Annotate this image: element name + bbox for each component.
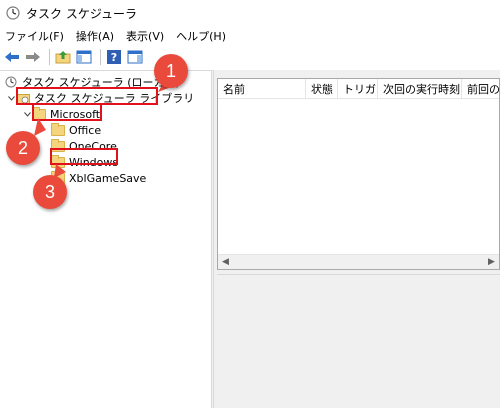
console-tree-icon (76, 50, 92, 64)
toolbar-separator (49, 49, 50, 65)
folder-icon (51, 123, 65, 136)
column-header-status[interactable]: 状態 (306, 79, 338, 99)
callout-badge-1: 1 (154, 54, 188, 88)
callout-badge-2: 2 (6, 131, 40, 165)
up-one-level-button[interactable] (54, 48, 72, 66)
list-header: 名前 状態 トリガー 次回の実行時刻 前回の実 (218, 79, 499, 99)
chevron-down-icon[interactable] (6, 95, 16, 101)
toolbar-separator (100, 49, 101, 65)
highlight-microsoft (32, 103, 102, 121)
task-scheduler-clock-icon (6, 6, 20, 20)
highlight-windows (50, 148, 118, 165)
column-header-trigger[interactable]: トリガー (338, 79, 378, 99)
back-arrow-icon (5, 52, 19, 62)
menu-view[interactable]: 表示(V) (126, 28, 164, 44)
svg-text:?: ? (111, 51, 117, 64)
menu-file[interactable]: ファイル(F) (5, 28, 64, 44)
tree-item-office[interactable]: Office (51, 122, 101, 138)
horizontal-scrollbar[interactable]: ◀ ▶ (218, 254, 499, 269)
tree-item-label: XblGameSave (69, 171, 147, 185)
menu-bar: ファイル(F) 操作(A) 表示(V) ヘルプ(H) (0, 26, 500, 46)
scroll-right-icon[interactable]: ▶ (484, 255, 499, 270)
forward-button[interactable] (24, 48, 42, 66)
task-detail-panel (217, 274, 500, 408)
callout-badge-3: 3 (33, 175, 67, 209)
show-hide-action-pane-button[interactable] (126, 48, 144, 66)
chevron-down-icon[interactable] (22, 111, 32, 117)
column-header-next-run[interactable]: 次回の実行時刻 (378, 79, 462, 99)
back-button[interactable] (3, 48, 21, 66)
action-pane-icon (127, 50, 143, 64)
task-list-view[interactable]: 名前 状態 トリガー 次回の実行時刻 前回の実 ◀ ▶ (217, 78, 500, 270)
help-button[interactable]: ? (105, 48, 123, 66)
scroll-left-icon[interactable]: ◀ (218, 255, 233, 270)
help-icon: ? (107, 50, 121, 64)
title-bar: タスク スケジューラ (0, 0, 500, 26)
menu-action[interactable]: 操作(A) (76, 28, 114, 44)
show-hide-console-tree-button[interactable] (75, 48, 93, 66)
column-header-last-run[interactable]: 前回の実 (462, 79, 499, 99)
toolbar: ? (0, 46, 500, 68)
menu-help[interactable]: ヘルプ(H) (176, 28, 226, 44)
tree-item-label: Office (69, 123, 102, 137)
forward-arrow-icon (26, 52, 40, 62)
task-list-pane: 名前 状態 トリガー 次回の実行時刻 前回の実 ◀ ▶ (214, 70, 500, 408)
column-header-name[interactable]: 名前 (218, 79, 306, 99)
folder-up-icon (55, 51, 71, 64)
window-title: タスク スケジューラ (26, 6, 137, 21)
